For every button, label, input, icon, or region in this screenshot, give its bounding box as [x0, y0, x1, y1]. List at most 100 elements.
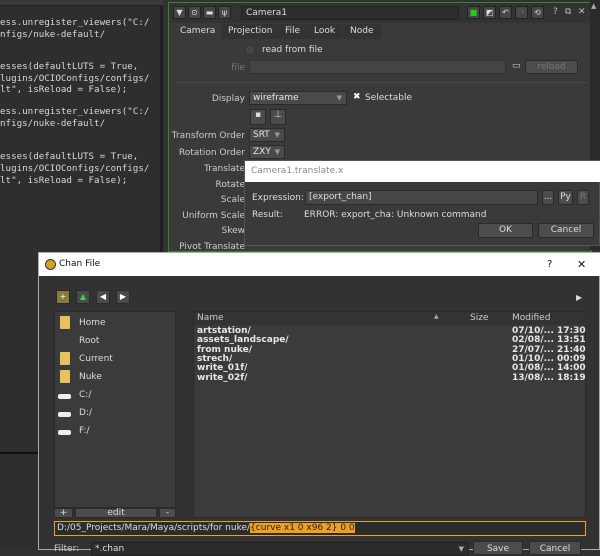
folder-icon[interactable]: ▭: [512, 61, 521, 71]
x-icon[interactable]: ✖: [353, 92, 361, 102]
read-from-file-label: read from file: [262, 45, 323, 55]
cancel-button[interactable]: Cancel: [529, 541, 581, 555]
expression-dialog: Camera1.translate.x Expression: [export_…: [244, 160, 600, 246]
r-button[interactable]: R: [577, 190, 589, 205]
file-name: write_02f/: [197, 372, 248, 383]
edit-place-button[interactable]: edit: [75, 508, 157, 518]
collapse-icon[interactable]: ▼: [173, 6, 186, 19]
close-button[interactable]: ✕: [577, 253, 586, 276]
code-line: lugins/OCIOConfigs/configs/: [0, 73, 150, 84]
tab-look[interactable]: Look: [307, 24, 343, 39]
revert-icon[interactable]: ⟲: [531, 6, 544, 19]
code-line: esses(defaultLUTS = True,: [0, 151, 139, 162]
code-line: nfigs/nuke-default/: [0, 29, 106, 40]
column-size[interactable]: Size: [470, 313, 488, 323]
home-folder-icon: [60, 316, 70, 329]
chevron-down-icon: ▼: [274, 131, 280, 139]
file-modified: 02/08/... 13:51: [512, 335, 586, 346]
file-row[interactable]: assets_landscape/02/08/... 13:51: [194, 336, 587, 345]
file-list: Name ▲ Size Modified artstation/07/10/..…: [193, 311, 587, 518]
edit-icon[interactable]: ◩: [483, 6, 496, 19]
folder-icon: [60, 352, 70, 365]
rotation-order-dropdown[interactable]: ZXY ▼: [249, 145, 285, 159]
more-button[interactable]: ...: [542, 190, 554, 205]
file-list-header: Name ▲ Size Modified: [194, 312, 587, 325]
expression-input[interactable]: [export_chan]: [305, 190, 538, 205]
back-arrow-icon[interactable]: ◀: [96, 290, 110, 304]
tab-camera[interactable]: Camera: [173, 24, 223, 39]
path-input[interactable]: D:/05_Projects/Mara/Maya/scripts/for nuk…: [54, 521, 586, 536]
add-place-button[interactable]: +: [54, 508, 73, 518]
redo-icon[interactable]: ↷: [515, 6, 528, 19]
code-line: nfigs/nuke-default/: [0, 118, 106, 129]
script-editor-toolbar: [0, 0, 163, 6]
remove-place-button[interactable]: -: [159, 508, 176, 518]
sidebar-item-d-drive[interactable]: D:/: [79, 408, 92, 418]
code-line: ess.unregister_viewers("C:/: [0, 17, 150, 28]
reload-button[interactable]: reload: [525, 60, 578, 74]
selectable-label: Selectable: [365, 93, 413, 103]
divider: [177, 82, 587, 83]
filter-dropdown[interactable]: *.chan ▼: [91, 542, 469, 556]
path-prefix: D:/05_Projects/Mara/Maya/scripts/for nuk…: [57, 523, 251, 533]
node-color-icon[interactable]: ▬: [203, 6, 216, 19]
transform-order-dropdown[interactable]: SRT ▼: [249, 128, 285, 142]
transform-order-label: Transform Order: [171, 131, 245, 141]
filter-label: Filter:: [54, 544, 80, 554]
sidebar-item-nuke[interactable]: Nuke: [79, 372, 102, 382]
places-sidebar: Home Root Current Nuke C:/ D:/ F:/: [54, 311, 176, 508]
forward-arrow-icon[interactable]: ▶: [116, 290, 130, 304]
code-line: ess.unregister_viewers("C:/: [0, 106, 150, 117]
file-modified: 13/08/... 18:19: [512, 372, 586, 383]
rotate-label: Rotate: [215, 180, 245, 190]
more-options-icon[interactable]: ▶: [576, 293, 582, 302]
file-icon[interactable]: ▪: [250, 109, 266, 125]
tab-file[interactable]: File: [278, 24, 308, 39]
result-label: Result:: [252, 210, 283, 220]
file-row[interactable]: write_02f/13/08/... 18:19: [194, 372, 587, 383]
read-from-file-checkbox[interactable]: [245, 45, 255, 55]
green-square-icon[interactable]: ■: [467, 6, 480, 19]
display-dropdown[interactable]: wireframe ▼: [249, 91, 347, 105]
display-value: wireframe: [253, 93, 299, 103]
tab-node[interactable]: Node: [343, 24, 381, 39]
folder-icon: [60, 370, 70, 383]
file-name: assets_landscape/: [197, 335, 289, 346]
file-input[interactable]: [249, 60, 506, 74]
float-button[interactable]: ⧉: [565, 7, 571, 17]
help-button[interactable]: ?: [547, 253, 552, 276]
dialog-title: Chan File: [59, 259, 101, 269]
cancel-button[interactable]: Cancel: [538, 223, 594, 238]
filter-value: *.chan: [95, 544, 125, 554]
new-folder-icon[interactable]: +: [56, 290, 70, 304]
pivot-translate-label: Pivot Translate: [179, 242, 245, 252]
sidebar-item-f-drive[interactable]: F:/: [79, 426, 90, 436]
node-name-input[interactable]: Camera1: [241, 6, 459, 20]
chevron-down-icon: ▼: [274, 148, 280, 156]
scale-label: Scale: [220, 195, 245, 205]
python-button[interactable]: Py: [558, 190, 573, 205]
help-button[interactable]: ?: [553, 7, 558, 17]
chan-file-dialog: Chan File ? ✕ + ▲ ◀ ▶ ▶ Home Root Curren…: [38, 252, 600, 556]
ok-button[interactable]: OK: [478, 223, 533, 238]
chan-file-title-bar: Chan File ? ✕: [39, 253, 600, 276]
sidebar-item-home[interactable]: Home: [79, 318, 106, 328]
file-row[interactable]: write_01f/01/08/... 14:00: [194, 364, 587, 373]
center-icon[interactable]: ⊙: [188, 6, 201, 19]
expression-dialog-title: Camera1.translate.x: [245, 161, 600, 182]
tab-projection[interactable]: Projection: [221, 24, 280, 39]
code-line: esses(defaultLUTS = True,: [0, 61, 139, 72]
close-button[interactable]: ✕: [578, 7, 586, 17]
column-name[interactable]: Name: [197, 313, 224, 323]
axis-icon[interactable]: ⊥: [270, 109, 286, 125]
wrench-icon[interactable]: ψ: [218, 6, 231, 19]
save-button[interactable]: Save: [473, 541, 523, 555]
sidebar-item-root[interactable]: Root: [79, 336, 99, 346]
up-arrow-icon[interactable]: ▲: [76, 290, 90, 304]
result-value: ERROR: export_cha: Unknown command: [304, 210, 487, 220]
scroll-up-icon[interactable]: ▲: [591, 2, 596, 10]
undo-icon[interactable]: ↶: [499, 6, 512, 19]
sidebar-item-current[interactable]: Current: [79, 354, 113, 364]
column-modified[interactable]: Modified: [512, 313, 550, 323]
sidebar-item-c-drive[interactable]: C:/: [79, 390, 91, 400]
